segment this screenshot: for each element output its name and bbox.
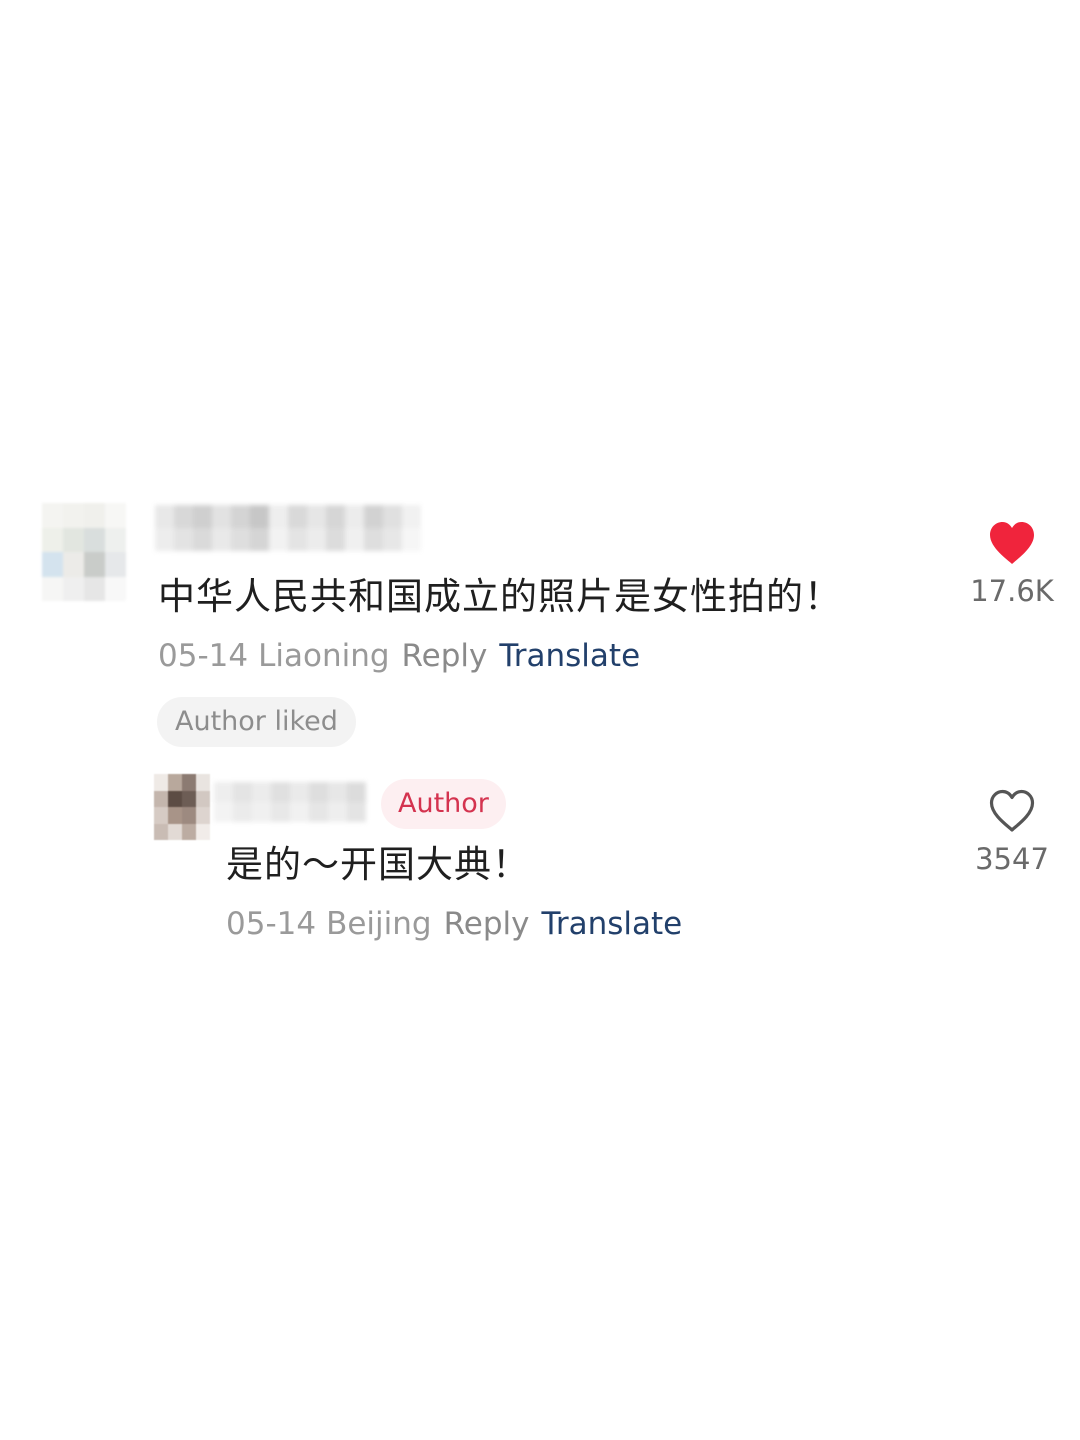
translate-button[interactable]: Translate [499, 638, 640, 674]
like-button[interactable]: 17.6K [957, 520, 1067, 610]
comment-date: 05-14 [158, 638, 249, 674]
reply-text: 是的～开国大典！ [226, 843, 530, 886]
reply-button[interactable]: Reply [402, 638, 488, 674]
reply-location: Beijing [326, 906, 432, 942]
like-count: 3547 [975, 842, 1049, 876]
comment-meta: 05-14 Liaoning Reply Translate [158, 636, 640, 676]
author-liked-badge: Author liked [157, 697, 356, 747]
author-badge: Author [381, 779, 506, 829]
reply-button[interactable]: Reply [444, 906, 530, 942]
heart-outline-icon[interactable] [987, 788, 1037, 834]
translate-button[interactable]: Translate [541, 906, 682, 942]
comment-text: 中华人民共和国成立的照片是女性拍的！ [158, 575, 842, 618]
comment-location: Liaoning [258, 638, 390, 674]
username-blurred[interactable] [214, 782, 366, 822]
like-button[interactable]: 3547 [957, 788, 1067, 878]
reply-date: 05-14 [226, 906, 317, 942]
avatar[interactable] [42, 503, 126, 601]
reply-meta: 05-14 Beijing Reply Translate [226, 904, 682, 944]
username-blurred[interactable] [155, 505, 421, 551]
avatar[interactable] [154, 774, 210, 840]
like-count: 17.6K [970, 574, 1054, 608]
heart-filled-icon[interactable] [987, 520, 1037, 566]
